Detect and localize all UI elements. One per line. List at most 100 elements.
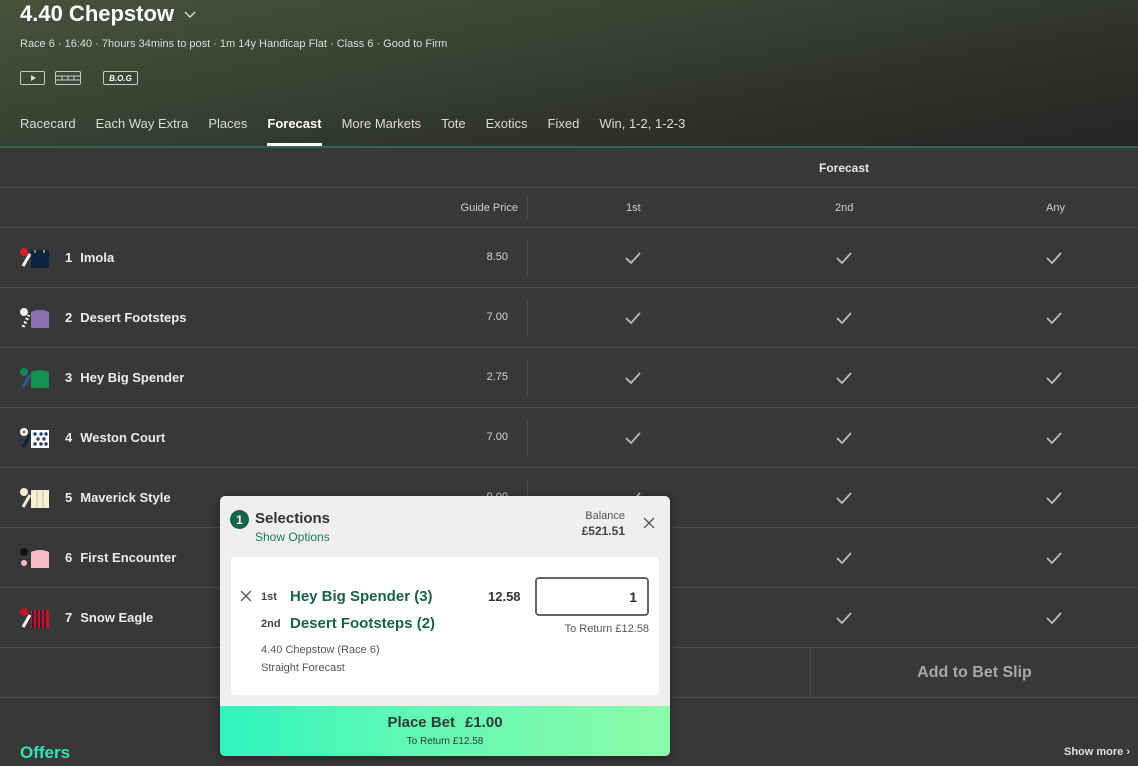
second-place-check-icon[interactable] (834, 308, 854, 328)
tab-each-way-extra[interactable]: Each Way Extra (96, 116, 189, 146)
add-to-bet-slip-button[interactable]: Add to Bet Slip (811, 648, 1138, 698)
runner-label: Maverick Style (80, 490, 171, 505)
place-bet-button[interactable]: Place Bet £1.00 To Return £12.58 (220, 706, 670, 756)
race-info: Race 6 · 16:40 · 7hours 34mins to post ·… (20, 38, 448, 50)
tab-places[interactable]: Places (208, 116, 247, 146)
runner-number: 5 (65, 490, 73, 505)
tab-racecard[interactable]: Racecard (20, 116, 76, 146)
second-column-header: 2nd (835, 202, 854, 214)
second-horse-name: Desert Footsteps (2) (290, 615, 436, 632)
selection-card: 1st Hey Big Spender (3) 2nd Desert Foots… (231, 557, 659, 695)
selection-count-badge: 1 (230, 510, 249, 529)
runner-number: 3 (65, 370, 73, 385)
jockey-silk-icon (20, 548, 49, 568)
any-place-check-icon[interactable] (1044, 368, 1064, 388)
remove-selection-icon[interactable] (240, 590, 252, 602)
tab-win-123[interactable]: Win, 1-2, 1-2-3 (599, 116, 685, 146)
jockey-silk-icon (20, 488, 49, 508)
second-place-check-icon[interactable] (834, 548, 854, 568)
race-header: 4.40 Chepstow Race 6 · 16:40 · 7hours 34… (0, 0, 1138, 148)
first-place-check-icon[interactable] (623, 428, 643, 448)
first-place-check-icon[interactable] (623, 248, 643, 268)
runner-name: 1 Imola (65, 250, 114, 265)
chevron-down-icon (184, 11, 196, 18)
race-title: 4.40 Chepstow (20, 1, 175, 26)
stake-input[interactable] (535, 577, 649, 616)
bet-type: Straight Forecast (261, 662, 345, 674)
runner-label: Imola (80, 250, 115, 265)
jockey-silk-icon (20, 608, 49, 628)
second-place-check-icon[interactable] (834, 248, 854, 268)
any-column-header: Any (1046, 202, 1065, 214)
bet-slip-popup: 1 Selections Show Options Balance £521.5… (220, 496, 670, 756)
place-bet-label: Place Bet (387, 714, 455, 731)
second-place-check-icon[interactable] (834, 428, 854, 448)
runner-number: 1 (65, 250, 73, 265)
runner-number: 2 (65, 310, 73, 325)
forecast-heading: Forecast (819, 161, 870, 175)
runner-label: Hey Big Spender (80, 370, 185, 385)
second-place-check-icon[interactable] (834, 608, 854, 628)
balance-label: Balance (585, 510, 625, 522)
any-place-check-icon[interactable] (1044, 308, 1064, 328)
place-bet-return: To Return £12.58 (406, 736, 484, 747)
tab-exotics[interactable]: Exotics (486, 116, 528, 146)
race-title-dropdown[interactable]: 4.40 Chepstow (20, 1, 196, 27)
runner-number: 4 (65, 430, 73, 445)
runner-number: 7 (65, 610, 73, 625)
runner-name: 3 Hey Big Spender (65, 370, 184, 385)
divider (527, 239, 528, 277)
race-name: 4.40 Chepstow (Race 6) (261, 644, 380, 656)
guide-price: 8.50 (486, 251, 508, 263)
any-place-check-icon[interactable] (1044, 248, 1064, 268)
divider (527, 196, 528, 219)
close-icon[interactable] (642, 516, 656, 530)
guide-price: 7.00 (486, 431, 508, 443)
form-guide-icon[interactable] (55, 71, 81, 85)
runner-label: First Encounter (80, 550, 177, 565)
divider (527, 419, 528, 457)
second-place-check-icon[interactable] (834, 368, 854, 388)
show-more-link[interactable]: Show more › (1064, 746, 1130, 758)
any-place-check-icon[interactable] (1044, 548, 1064, 568)
forecast-group-header: Forecast (0, 150, 1138, 188)
position-first: 1st (261, 591, 277, 603)
balance-value: £521.51 (581, 524, 625, 538)
selection-odds: 12.58 (488, 589, 521, 604)
first-horse-name: Hey Big Spender (3) (290, 588, 433, 605)
guide-price: 7.00 (486, 311, 508, 323)
offers-heading: Offers (20, 743, 71, 762)
first-place-check-icon[interactable] (623, 308, 643, 328)
tab-more-markets[interactable]: More Markets (342, 116, 421, 146)
tab-fixed[interactable]: Fixed (548, 116, 580, 146)
to-return-text: To Return £12.58 (564, 623, 649, 635)
any-place-check-icon[interactable] (1044, 488, 1064, 508)
runner-number: 6 (65, 550, 73, 565)
tab-forecast[interactable]: Forecast (267, 116, 322, 146)
second-place-check-icon[interactable] (834, 488, 854, 508)
runner-row: 2 Desert Footsteps 7.00 (0, 288, 1138, 348)
video-play-icon[interactable] (20, 71, 45, 85)
runner-row: 3 Hey Big Spender 2.75 (0, 348, 1138, 408)
position-second: 2nd (261, 618, 281, 630)
any-place-check-icon[interactable] (1044, 608, 1064, 628)
divider (527, 299, 528, 337)
first-column-header: 1st (626, 202, 641, 214)
runner-label: Weston Court (80, 430, 166, 445)
tab-tote[interactable]: Tote (441, 116, 466, 146)
any-place-check-icon[interactable] (1044, 428, 1064, 448)
market-tabs: Racecard Each Way Extra Places Forecast … (20, 116, 705, 148)
runner-name: 4 Weston Court (65, 430, 165, 445)
runner-label: Desert Footsteps (80, 310, 187, 325)
column-headers: Guide Price 1st 2nd Any (0, 188, 1138, 228)
runner-label: Snow Eagle (80, 610, 154, 625)
first-place-check-icon[interactable] (623, 368, 643, 388)
divider (527, 359, 528, 397)
runner-name: 2 Desert Footsteps (65, 310, 186, 325)
jockey-silk-icon (20, 308, 49, 328)
bet-slip-title: Selections (255, 510, 331, 527)
runner-name: 6 First Encounter (65, 550, 176, 565)
jockey-silk-icon (20, 428, 49, 448)
runner-name: 7 Snow Eagle (65, 610, 153, 625)
show-options-link[interactable]: Show Options (255, 530, 330, 544)
